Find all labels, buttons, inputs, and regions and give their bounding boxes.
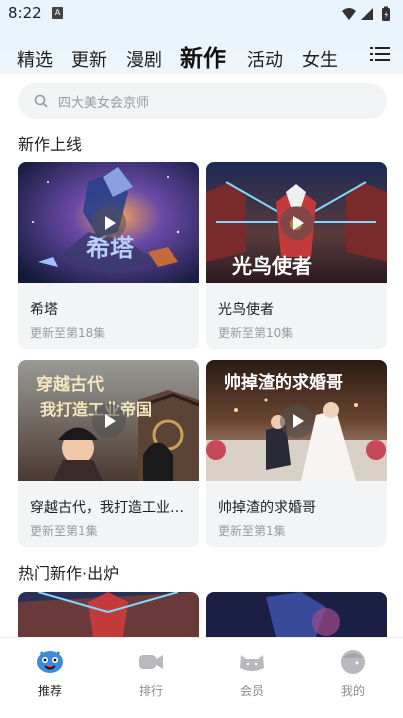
bottom-navigation: 推荐 排行 会员 我的 [0, 637, 403, 718]
cover-title-art: 帅掉渣的求婚哥 [224, 373, 343, 393]
play-icon[interactable] [92, 206, 126, 240]
status-bar: 8:22 A [0, 0, 403, 28]
tab-female[interactable]: 女生 [302, 46, 338, 72]
notification-badge-icon: A [52, 7, 63, 19]
card-episode-status: 更新至第10集 [218, 326, 294, 340]
smiley-mascot-icon [37, 651, 63, 673]
nav-item-membership[interactable]: 会员 [202, 638, 302, 708]
nav-item-profile[interactable]: 我的 [303, 638, 403, 708]
drama-card-partial[interactable] [206, 592, 387, 637]
drama-card-proposal-guy[interactable]: 帅掉渣的求婚哥 帅掉渣的求婚哥 更新至第1集 [206, 360, 387, 547]
wifi-icon [342, 8, 356, 20]
nav-label: 会员 [239, 684, 264, 698]
tab-new-works[interactable]: 新作 [180, 39, 226, 73]
search-bar[interactable]: 四大美女会京师 [18, 83, 387, 119]
tab-featured[interactable]: 精选 [17, 46, 53, 72]
search-icon [34, 94, 48, 108]
nav-label: 推荐 [37, 684, 62, 698]
status-time: 8:22 [8, 4, 42, 22]
play-icon[interactable] [280, 404, 314, 438]
card-title: 帅掉渣的求婚哥 [218, 500, 316, 516]
play-icon[interactable] [92, 404, 126, 438]
drama-card-partial[interactable] [18, 592, 199, 637]
card-title: 光鸟使者 [218, 302, 274, 318]
nav-label: 我的 [340, 684, 365, 698]
card-episode-status: 更新至第18集 [30, 326, 106, 340]
tab-updates[interactable]: 更新 [71, 46, 107, 72]
card-title: 希塔 [30, 302, 58, 318]
menu-icon[interactable] [370, 46, 390, 62]
nav-label: 排行 [138, 684, 163, 698]
search-placeholder: 四大美女会京师 [58, 96, 150, 111]
top-tab-bar: 精选 更新 漫剧 新作 活动 女生 [0, 28, 403, 74]
tab-events[interactable]: 活动 [247, 46, 283, 72]
section-title-new-online: 新作上线 [18, 135, 83, 154]
nav-item-recommend[interactable]: 推荐 [0, 638, 100, 708]
tab-comic-drama[interactable]: 漫剧 [126, 46, 162, 72]
section-title-hot-new: 热门新作·出炉 [18, 564, 120, 583]
video-camera-icon [139, 655, 163, 669]
profile-face-icon [341, 650, 365, 674]
play-icon[interactable] [280, 206, 314, 240]
card-episode-status: 更新至第1集 [218, 524, 286, 538]
cover-title-art: 光鸟使者 [232, 254, 312, 278]
signal-icon [361, 8, 373, 20]
nav-item-ranking[interactable]: 排行 [101, 638, 201, 708]
cover-image [18, 592, 199, 637]
card-title: 穿越古代，我打造工业帝国 [30, 500, 190, 516]
drama-card-ancient-industry[interactable]: 穿越古代 我打造工业帝国 穿越古代，我打造工业帝国 更新至第1集 [18, 360, 199, 547]
card-episode-status: 更新至第1集 [30, 524, 98, 538]
status-icons [342, 6, 390, 21]
drama-card-light-bird-envoy[interactable]: 光鸟使者 光鸟使者 更新至第10集 [206, 162, 387, 349]
cover-title-art-line-1: 穿越古代 [36, 375, 104, 395]
cat-face-icon [240, 655, 264, 671]
battery-icon [382, 6, 390, 21]
drama-card-xita[interactable]: 希塔 希塔 更新至第18集 [18, 162, 199, 349]
cover-image [206, 592, 387, 637]
